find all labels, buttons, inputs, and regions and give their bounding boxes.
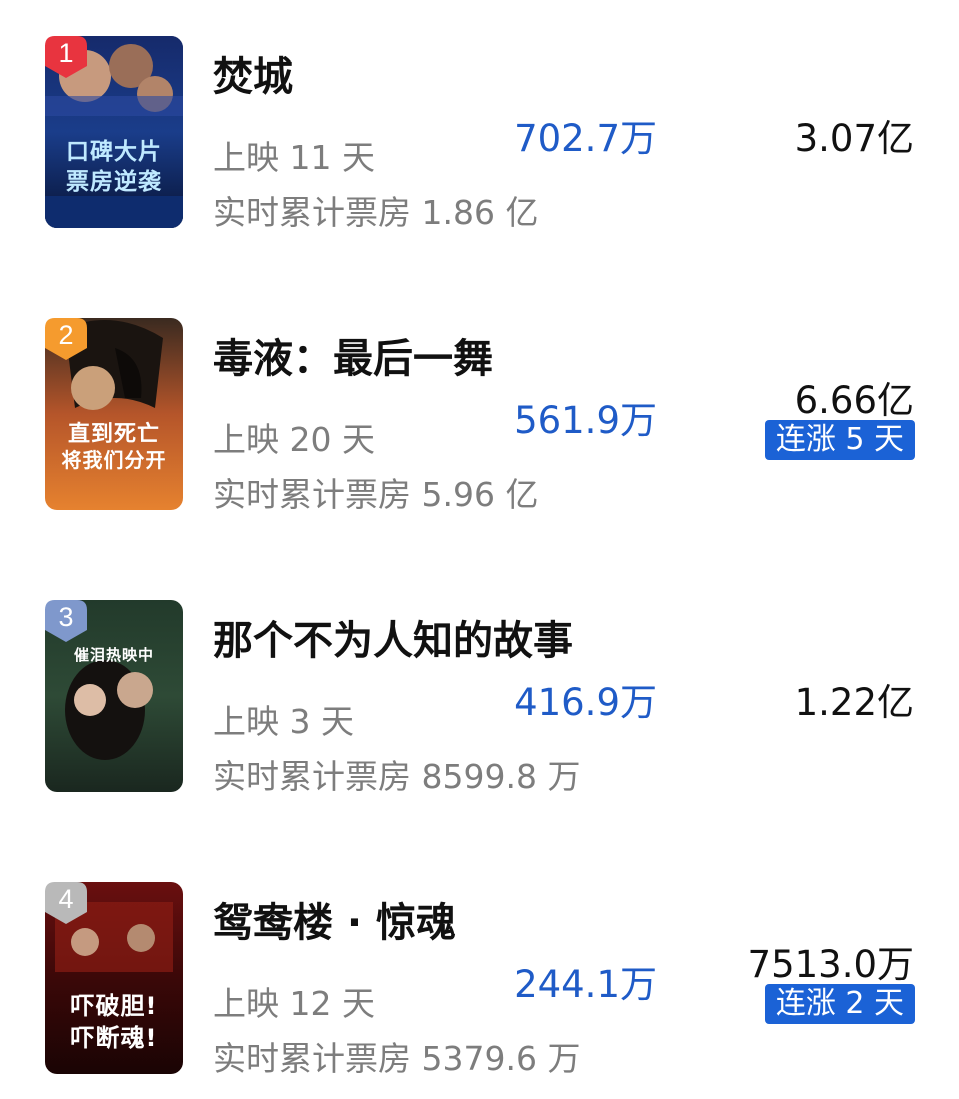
- total-box-office: 1.22亿: [794, 681, 914, 724]
- poster-caption: 票房逆袭: [66, 169, 162, 195]
- cumulative-box-office: 实时累计票房 5379.6 万: [213, 1039, 581, 1078]
- rank-number: 4: [58, 884, 74, 914]
- cumulative-box-office: 实时累计票房 1.86 亿: [213, 193, 539, 232]
- daily-box-office: 416.9万: [514, 681, 657, 724]
- movie-title[interactable]: 那个不为人知的故事: [213, 608, 573, 666]
- movie-row[interactable]: 吓破胆! 吓断魂! 4 鸳鸯楼 · 惊魂 244.1万 7513.0万 连涨 2…: [0, 882, 959, 1082]
- movie-row[interactable]: 口碑大片 票房逆袭 1 焚城 702.7万 3.07亿 上映 11 天 实时累计…: [0, 36, 959, 236]
- cumulative-box-office: 实时累计票房 8599.8 万: [213, 757, 581, 796]
- rank-number: 2: [58, 320, 74, 350]
- release-days: 上映 3 天: [213, 702, 354, 741]
- poster-caption: 吓断魂!: [70, 1024, 158, 1052]
- rank-number: 3: [58, 602, 74, 632]
- movie-title[interactable]: 毒液：最后一舞: [213, 326, 493, 384]
- rise-streak-badge: 连涨 5 天: [764, 420, 915, 460]
- daily-box-office: 244.1万: [514, 963, 657, 1006]
- rise-streak-badge: 连涨 2 天: [764, 984, 915, 1024]
- daily-box-office: 561.9万: [514, 399, 657, 442]
- total-box-office: 7513.0万: [747, 943, 914, 986]
- poster-caption: 将我们分开: [61, 448, 167, 472]
- total-box-office: 6.66亿: [794, 379, 914, 422]
- rank-badge: 4: [45, 882, 87, 924]
- poster-caption: 吓破胆!: [70, 992, 158, 1020]
- movie-row[interactable]: 直到死亡 将我们分开 2 毒液：最后一舞 561.9万 6.66亿 连涨 5 天…: [0, 318, 959, 518]
- daily-box-office: 702.7万: [514, 117, 657, 160]
- cumulative-box-office: 实时累计票房 5.96 亿: [213, 475, 539, 514]
- movie-title[interactable]: 鸳鸯楼 · 惊魂: [213, 890, 456, 948]
- poster-caption: 催泪热映中: [73, 646, 154, 664]
- rank-badge: 1: [45, 36, 87, 78]
- release-days: 上映 20 天: [213, 420, 375, 459]
- poster-caption: 口碑大片: [66, 139, 162, 165]
- movie-row[interactable]: 催泪热映中 3 那个不为人知的故事 416.9万 1.22亿 上映 3 天 实时…: [0, 600, 959, 800]
- rank-number: 1: [58, 38, 74, 68]
- release-days: 上映 12 天: [213, 984, 375, 1023]
- rank-badge: 3: [45, 600, 87, 642]
- release-days: 上映 11 天: [213, 138, 375, 177]
- total-box-office: 3.07亿: [794, 117, 914, 160]
- movie-title[interactable]: 焚城: [213, 44, 293, 102]
- rank-badge: 2: [45, 318, 87, 360]
